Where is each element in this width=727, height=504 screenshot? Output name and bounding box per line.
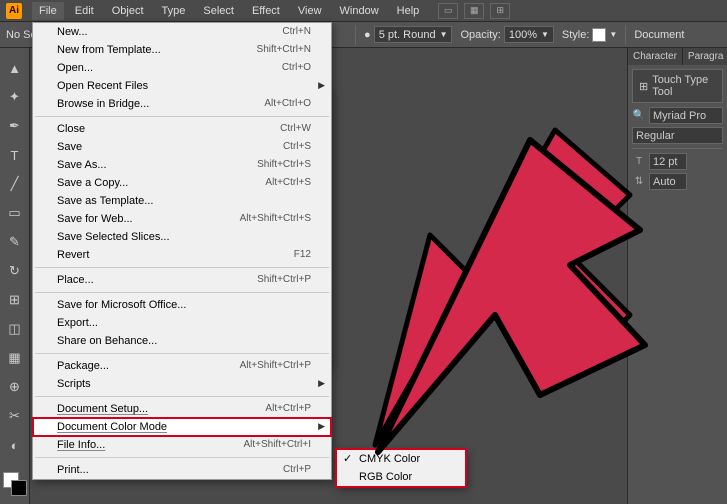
line-tool[interactable]: ╱	[5, 174, 25, 194]
submenu-item-cmyk-color[interactable]: ✓CMYK Color	[337, 450, 465, 468]
menu-item-save-as[interactable]: Save As...Shift+Ctrl+S	[33, 156, 331, 174]
menu-effect[interactable]: Effect	[245, 2, 287, 20]
bullet-icon: ●	[364, 29, 371, 41]
shape-builder-tool[interactable]: ◫	[5, 319, 25, 339]
menu-type[interactable]: Type	[155, 2, 193, 20]
mesh-tool[interactable]: ⊕	[5, 377, 25, 397]
font-style-field[interactable]: Regular	[632, 127, 723, 144]
leading-icon: ⇅	[632, 175, 646, 189]
menu-item-document-setup[interactable]: Document Setup...Alt+Ctrl+P	[33, 400, 331, 418]
menu-item-print[interactable]: Print...Ctrl+P	[33, 461, 331, 479]
style-swatch[interactable]	[592, 28, 606, 42]
rectangle-tool[interactable]: ▭	[5, 203, 25, 223]
search-icon[interactable]: 🔍	[632, 109, 646, 123]
menu-item-scripts[interactable]: Scripts▶	[33, 375, 331, 393]
pen-tool[interactable]: ✒	[5, 116, 25, 136]
color-swatches[interactable]	[3, 472, 27, 496]
rotate-tool[interactable]: ↻	[5, 261, 25, 281]
menu-edit[interactable]: Edit	[68, 2, 101, 20]
paragraph-tab[interactable]: Paragra	[683, 48, 727, 65]
menu-object[interactable]: Object	[105, 2, 151, 20]
menu-item-share-on-behance[interactable]: Share on Behance...	[33, 332, 331, 350]
menu-item-open-recent-files[interactable]: Open Recent Files▶	[33, 77, 331, 95]
color-mode-submenu: ✓CMYK ColorRGB Color	[336, 449, 466, 487]
opacity-field[interactable]: 100% ▼	[504, 26, 554, 43]
menu-item-document-color-mode[interactable]: Document Color Mode▶	[33, 418, 331, 436]
menu-help[interactable]: Help	[390, 2, 427, 20]
menu-view[interactable]: View	[291, 2, 329, 20]
stroke-swatch[interactable]	[11, 480, 27, 496]
artboard-icon[interactable]: ▦	[464, 3, 484, 19]
leading-field[interactable]: Auto	[649, 173, 687, 190]
menu-item-revert[interactable]: RevertF12	[33, 246, 331, 264]
menu-item-place[interactable]: Place...Shift+Ctrl+P	[33, 271, 331, 289]
magic-wand-tool[interactable]: ✦	[5, 87, 25, 107]
menu-item-close[interactable]: CloseCtrl+W	[33, 120, 331, 138]
menu-item-new[interactable]: New...Ctrl+N	[33, 23, 331, 41]
font-size-icon: T	[632, 155, 646, 169]
perspective-tool[interactable]: ▦	[5, 348, 25, 368]
type-tool[interactable]: T	[5, 145, 25, 165]
menu-item-save-for-web[interactable]: Save for Web...Alt+Shift+Ctrl+S	[33, 210, 331, 228]
eyedropper-tool[interactable]: ✂	[5, 406, 25, 426]
style-label: Style:	[562, 29, 590, 41]
menu-window[interactable]: Window	[333, 2, 386, 20]
font-family-field[interactable]: Myriad Pro	[649, 107, 723, 124]
menu-select[interactable]: Select	[196, 2, 241, 20]
menu-file[interactable]: File	[32, 2, 64, 20]
layout-icon[interactable]: ▭	[438, 3, 458, 19]
tools-panel: ▲ ✦ ✒ T ╱ ▭ ✎ ↻ ⊞ ◫ ▦ ⊕ ✂ ◐	[0, 48, 30, 504]
submenu-item-rgb-color[interactable]: RGB Color	[337, 468, 465, 486]
selection-tool[interactable]: ▲	[5, 58, 25, 78]
stroke-profile[interactable]: 5 pt. Round ▼	[374, 26, 453, 43]
menu-item-save-selected-slices[interactable]: Save Selected Slices...	[33, 228, 331, 246]
touch-icon: ⊞	[639, 80, 648, 93]
blend-tool[interactable]: ◐	[5, 435, 25, 455]
menu-item-new-from-template[interactable]: New from Template...Shift+Ctrl+N	[33, 41, 331, 59]
menu-item-open[interactable]: Open...Ctrl+O	[33, 59, 331, 77]
app-logo: Ai	[6, 3, 22, 19]
menu-item-browse-in-bridge[interactable]: Browse in Bridge...Alt+Ctrl+O	[33, 95, 331, 113]
file-menu-dropdown: New...Ctrl+NNew from Template...Shift+Ct…	[32, 22, 332, 480]
font-size-field[interactable]: 12 pt	[649, 153, 687, 170]
menu-item-save-as-template[interactable]: Save as Template...	[33, 192, 331, 210]
width-tool[interactable]: ⊞	[5, 290, 25, 310]
arrange-icon[interactable]: ⊞	[490, 3, 510, 19]
menubar: File Edit Object Type Select Effect View…	[32, 2, 426, 20]
touch-type-button[interactable]: ⊞ Touch Type Tool	[632, 69, 723, 103]
character-tab[interactable]: Character	[628, 48, 683, 65]
document-setup-button[interactable]: Document	[634, 29, 684, 41]
paintbrush-tool[interactable]: ✎	[5, 232, 25, 252]
menu-item-file-info[interactable]: File Info...Alt+Shift+Ctrl+I	[33, 436, 331, 454]
menu-item-save-a-copy[interactable]: Save a Copy...Alt+Ctrl+S	[33, 174, 331, 192]
menu-item-save-for-microsoft-office[interactable]: Save for Microsoft Office...	[33, 296, 331, 314]
opacity-label: Opacity:	[460, 29, 500, 41]
menu-item-export[interactable]: Export...	[33, 314, 331, 332]
menu-item-save[interactable]: SaveCtrl+S	[33, 138, 331, 156]
menu-item-package[interactable]: Package...Alt+Shift+Ctrl+P	[33, 357, 331, 375]
